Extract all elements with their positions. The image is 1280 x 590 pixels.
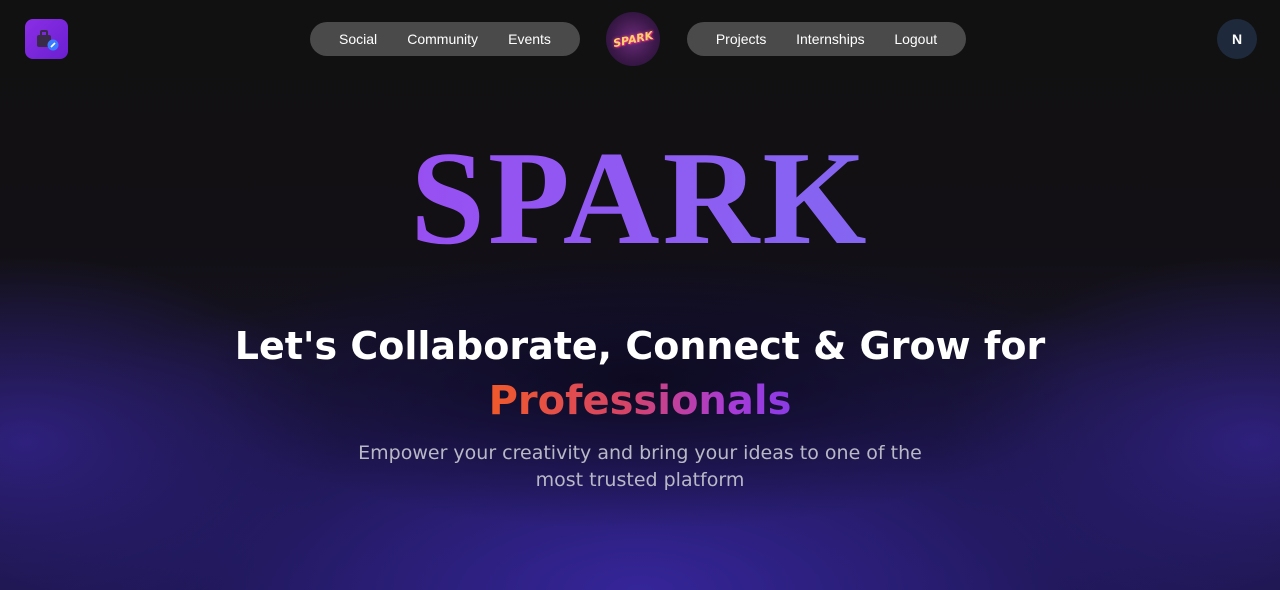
- nav-projects[interactable]: Projects: [716, 31, 767, 47]
- briefcase-app-icon: [36, 30, 58, 51]
- hero-title: SPARK: [0, 128, 1280, 268]
- nav-social[interactable]: Social: [339, 31, 377, 47]
- spark-logo-text: SPARK: [611, 28, 655, 50]
- hero-subtitle-line2: most trusted platform: [535, 469, 745, 491]
- hero-subtitle: Empower your creativity and bring your i…: [330, 440, 950, 494]
- hero-tagline: Let's Collaborate, Connect & Grow for: [234, 324, 1046, 368]
- nav-pill-left: Social Community Events: [310, 22, 580, 56]
- user-avatar[interactable]: N: [1217, 19, 1257, 59]
- app-logo-button[interactable]: [25, 19, 68, 59]
- hero-subtitle-line1: Empower your creativity and bring your i…: [358, 442, 922, 464]
- nav-internships[interactable]: Internships: [796, 31, 864, 47]
- nav-events[interactable]: Events: [508, 31, 551, 47]
- hero-highlight-text: Professionals: [488, 378, 792, 424]
- nav-pill-right: Projects Internships Logout: [687, 22, 966, 56]
- hero-highlight: Professionals: [0, 378, 1280, 424]
- nav-logout[interactable]: Logout: [894, 31, 937, 47]
- nav-community[interactable]: Community: [407, 31, 478, 47]
- spark-logo[interactable]: SPARK: [606, 12, 660, 66]
- top-navbar: Social Community Events SPARK Projects I…: [0, 0, 1280, 80]
